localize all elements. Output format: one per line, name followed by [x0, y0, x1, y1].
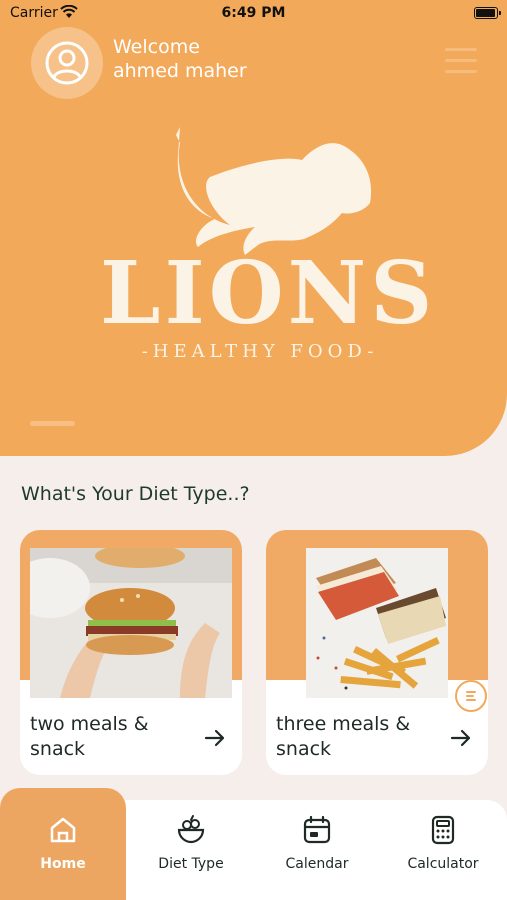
welcome-message: Welcome ahmed maher	[113, 35, 247, 83]
arrow-right-icon[interactable]	[203, 726, 227, 750]
chat-icon	[466, 691, 476, 701]
sandwich-fries-photo	[306, 548, 448, 698]
profile-avatar[interactable]	[31, 27, 103, 99]
brand-logo: LIONS -HEALTHY FOOD-	[80, 115, 437, 375]
tab-label: Home	[40, 856, 86, 872]
arrow-right-icon[interactable]	[449, 726, 473, 750]
logo-subtitle: -HEALTHY FOOD-	[141, 341, 379, 362]
salad-bowl-icon	[177, 815, 205, 844]
battery-icon	[474, 7, 501, 19]
burger-photo	[30, 548, 232, 698]
diet-card-three-meals[interactable]: three meals & snack	[266, 530, 488, 775]
tab-home[interactable]: Home	[0, 788, 126, 900]
carousel-indicator	[30, 421, 75, 426]
welcome-label: Welcome	[113, 36, 200, 58]
logo-title: LIONS	[100, 243, 437, 344]
user-icon	[45, 41, 89, 85]
menu-icon[interactable]	[445, 48, 477, 78]
status-bar: Carrier 6:49 PM	[0, 0, 507, 28]
diet-card-two-meals[interactable]: two meals & snack	[20, 530, 242, 775]
card-label: two meals & snack	[30, 713, 149, 760]
section-title: What's Your Diet Type..?	[21, 483, 250, 505]
user-name: ahmed maher	[113, 60, 247, 82]
tab-calendar[interactable]: Calendar	[254, 800, 380, 900]
tab-label: Diet Type	[158, 856, 224, 872]
tab-diet-type[interactable]: Diet Type	[128, 800, 254, 900]
tab-calculator[interactable]: Calculator	[380, 800, 506, 900]
calculator-icon	[431, 815, 455, 845]
bottom-navigation: Home Diet Type Calendar Calculator	[0, 788, 507, 900]
chat-button[interactable]	[455, 680, 487, 712]
tab-label: Calendar	[285, 856, 349, 872]
home-icon	[50, 817, 76, 843]
hero-banner: Welcome ahmed maher LIONS -HEALTHY FOOD-	[0, 0, 507, 456]
clock: 6:49 PM	[221, 5, 286, 21]
tab-label: Calculator	[407, 856, 479, 872]
calendar-icon	[303, 815, 331, 844]
card-label: three meals & snack	[276, 713, 411, 760]
